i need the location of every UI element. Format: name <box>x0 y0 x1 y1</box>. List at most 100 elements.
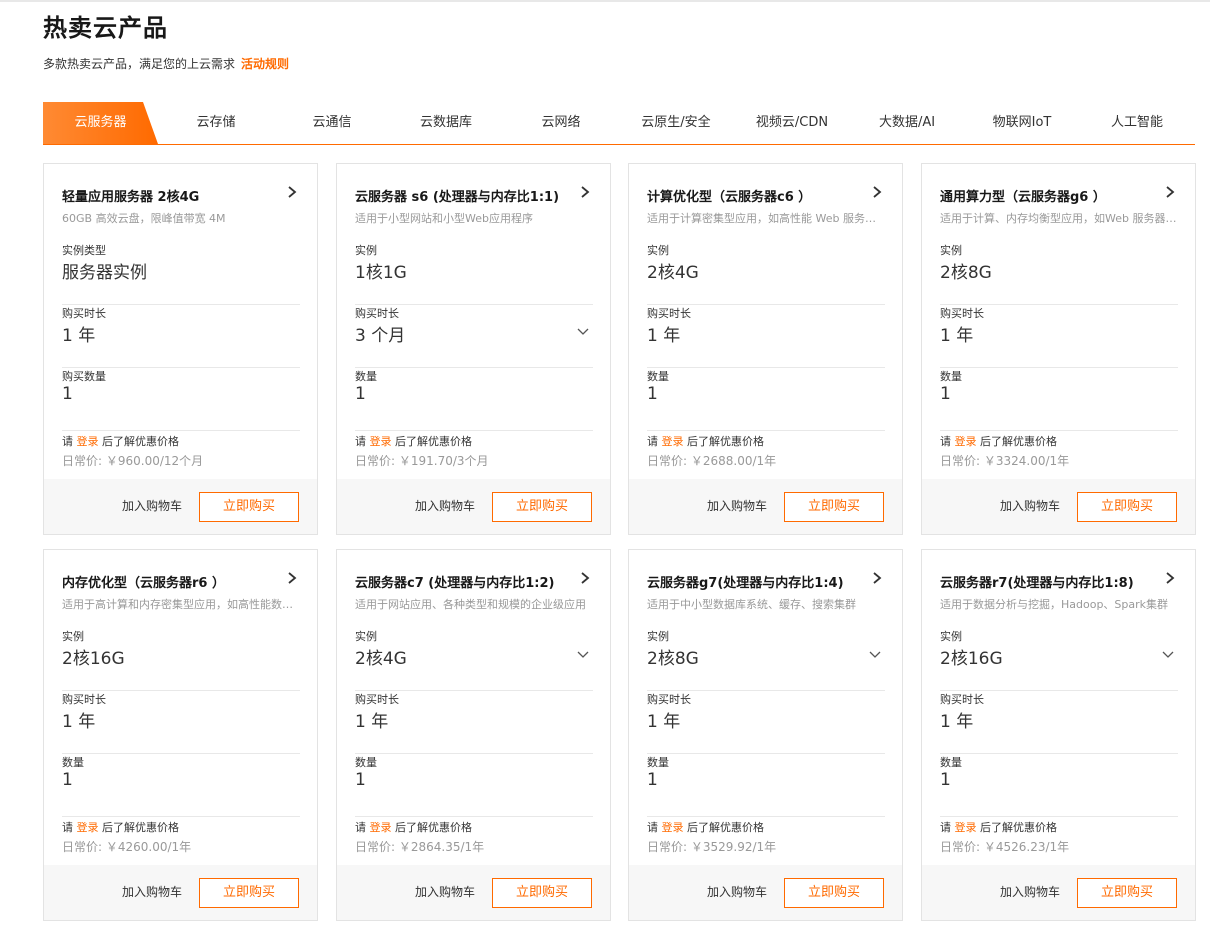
login-link[interactable]: 登录 <box>370 435 392 448</box>
buy-now-button[interactable]: 立即购买 <box>1077 878 1177 908</box>
quantity-value[interactable]: 1 <box>62 384 73 404</box>
tab-cloud-network[interactable]: 云网络 <box>506 102 616 144</box>
quantity-value[interactable]: 1 <box>355 384 366 404</box>
tab-bigdata-ai[interactable]: 大数据/AI <box>852 102 962 144</box>
duration-field: 购买时长 1 年 <box>62 691 300 754</box>
chevron-down-icon[interactable] <box>577 651 589 659</box>
duration-value[interactable]: 1 年 <box>647 707 680 732</box>
product-title[interactable]: 云服务器 s6 (处理器与内存比1:1) <box>355 186 585 205</box>
chevron-right-icon[interactable] <box>870 570 884 586</box>
product-title[interactable]: 通用算力型（云服务器g6 ） <box>940 186 1170 205</box>
quantity-value[interactable]: 1 <box>940 770 951 790</box>
chevron-right-icon[interactable] <box>285 184 299 200</box>
duration-value[interactable]: 1 年 <box>940 321 973 346</box>
product-title[interactable]: 计算优化型（云服务器c6 ） <box>647 186 877 205</box>
quantity-label: 数量 <box>355 756 377 769</box>
duration-value[interactable]: 1 年 <box>62 707 95 732</box>
note-suffix: 后了解优惠价格 <box>102 435 179 448</box>
buy-now-button[interactable]: 立即购买 <box>784 878 884 908</box>
instance-value[interactable]: 2核16G <box>62 644 125 669</box>
chevron-right-icon[interactable] <box>1163 570 1177 586</box>
chevron-right-icon[interactable] <box>1163 184 1177 200</box>
buy-now-button[interactable]: 立即购买 <box>199 878 299 908</box>
quantity-label: 数量 <box>940 756 962 769</box>
instance-value[interactable]: 2核16G <box>940 644 1003 669</box>
instance-value[interactable]: 2核8G <box>647 644 699 669</box>
add-to-cart-button[interactable]: 加入购物车 <box>1000 497 1060 514</box>
duration-value[interactable]: 1 年 <box>355 707 388 732</box>
tab-cloud-native-security[interactable]: 云原生/安全 <box>621 102 731 144</box>
quantity-value[interactable]: 1 <box>647 384 658 404</box>
duration-field: 购买时长 3 个月 <box>355 305 593 368</box>
page-title: 热卖云产品 <box>43 14 168 42</box>
login-link[interactable]: 登录 <box>77 821 99 834</box>
login-price-note: 请 登录 后了解优惠价格 <box>647 433 764 449</box>
quantity-label: 购买数量 <box>62 370 106 383</box>
chevron-down-icon[interactable] <box>1162 651 1174 659</box>
login-link[interactable]: 登录 <box>77 435 99 448</box>
duration-value[interactable]: 1 年 <box>647 321 680 346</box>
duration-label: 购买时长 <box>355 693 399 706</box>
add-to-cart-button[interactable]: 加入购物车 <box>415 497 475 514</box>
quantity-value[interactable]: 1 <box>355 770 366 790</box>
add-to-cart-button[interactable]: 加入购物车 <box>415 883 475 900</box>
product-title[interactable]: 内存优化型（云服务器r6 ） <box>62 572 292 591</box>
product-title[interactable]: 云服务器c7 (处理器与内存比1:2) <box>355 572 585 591</box>
login-link[interactable]: 登录 <box>662 435 684 448</box>
product-title[interactable]: 轻量应用服务器 2核4G <box>62 186 292 205</box>
buy-now-button[interactable]: 立即购买 <box>199 492 299 522</box>
chevron-right-icon[interactable] <box>578 184 592 200</box>
tab-artificial-intelligence[interactable]: 人工智能 <box>1082 102 1192 144</box>
instance-value[interactable]: 2核4G <box>355 644 407 669</box>
instance-label: 实例 <box>355 630 377 643</box>
quantity-value[interactable]: 1 <box>647 770 658 790</box>
buy-now-button[interactable]: 立即购买 <box>784 492 884 522</box>
instance-label: 实例 <box>647 244 669 257</box>
buy-now-button[interactable]: 立即购买 <box>492 878 592 908</box>
quantity-field: 数量 1 <box>940 368 1178 431</box>
regular-price: 日常价: ￥960.00/12个月 <box>62 454 204 468</box>
chevron-down-icon[interactable] <box>869 651 881 659</box>
login-link[interactable]: 登录 <box>662 821 684 834</box>
tab-iot[interactable]: 物联网IoT <box>967 102 1077 144</box>
instance-label: 实例 <box>62 630 84 643</box>
instance-field: 实例 2核4G <box>647 242 885 305</box>
chevron-down-icon[interactable] <box>577 328 589 336</box>
tab-cloud-server[interactable]: 云服务器 <box>43 102 158 144</box>
activity-rules-link[interactable]: 活动规则 <box>241 57 289 71</box>
quantity-value[interactable]: 1 <box>62 770 73 790</box>
buy-now-button[interactable]: 立即购买 <box>1077 492 1177 522</box>
login-link[interactable]: 登录 <box>955 821 977 834</box>
add-to-cart-button[interactable]: 加入购物车 <box>1000 883 1060 900</box>
buy-now-button[interactable]: 立即购买 <box>492 492 592 522</box>
tab-video-cdn[interactable]: 视频云/CDN <box>737 102 847 144</box>
chevron-right-icon[interactable] <box>870 184 884 200</box>
add-to-cart-button[interactable]: 加入购物车 <box>707 883 767 900</box>
product-description: 适用于小型网站和小型Web应用程序 <box>355 212 533 225</box>
chevron-right-icon[interactable] <box>578 570 592 586</box>
regular-price: 日常价: ￥4526.23/1年 <box>940 840 1070 854</box>
duration-value[interactable]: 1 年 <box>940 707 973 732</box>
tab-cloud-communication[interactable]: 云通信 <box>277 102 387 144</box>
instance-value[interactable]: 2核8G <box>940 258 992 283</box>
product-title[interactable]: 云服务器g7(处理器与内存比1:4) <box>647 572 877 591</box>
instance-value[interactable]: 1核1G <box>355 258 407 283</box>
login-link[interactable]: 登录 <box>370 821 392 834</box>
instance-value[interactable]: 服务器实例 <box>62 258 147 283</box>
duration-value[interactable]: 3 个月 <box>355 321 405 346</box>
instance-label: 实例类型 <box>62 244 106 257</box>
duration-value[interactable]: 1 年 <box>62 321 95 346</box>
tab-cloud-storage[interactable]: 云存储 <box>161 102 271 144</box>
instance-value[interactable]: 2核4G <box>647 258 699 283</box>
duration-field: 购买时长 1 年 <box>940 691 1178 754</box>
tab-cloud-database[interactable]: 云数据库 <box>391 102 501 144</box>
instance-label: 实例 <box>940 244 962 257</box>
add-to-cart-button[interactable]: 加入购物车 <box>707 497 767 514</box>
add-to-cart-button[interactable]: 加入购物车 <box>122 883 182 900</box>
chevron-right-icon[interactable] <box>285 570 299 586</box>
login-link[interactable]: 登录 <box>955 435 977 448</box>
add-to-cart-button[interactable]: 加入购物车 <box>122 497 182 514</box>
quantity-value[interactable]: 1 <box>940 384 951 404</box>
note-prefix: 请 <box>940 821 951 834</box>
product-title[interactable]: 云服务器r7(处理器与内存比1:8) <box>940 572 1170 591</box>
